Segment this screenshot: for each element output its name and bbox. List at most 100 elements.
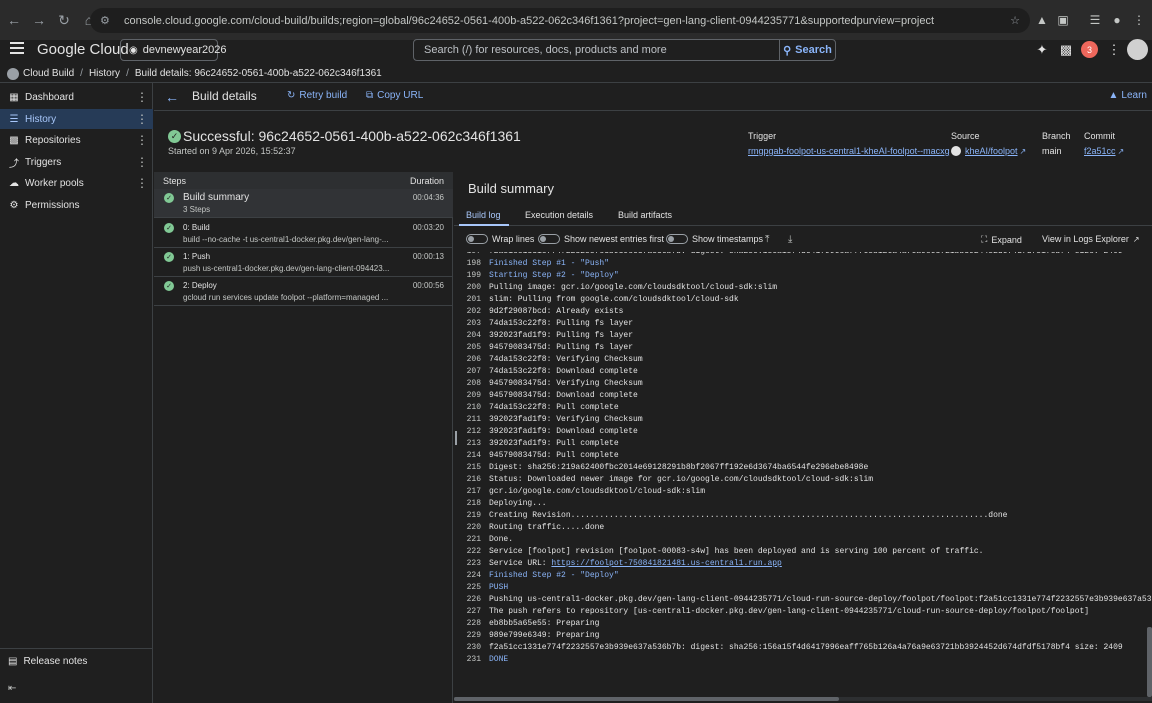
log-line-number: 209 — [466, 391, 481, 400]
reload-icon[interactable]: ↻ — [53, 9, 75, 31]
address-bar[interactable]: ⚙ console.cloud.google.com/cloud-build/b… — [90, 8, 1030, 33]
log-line-number: 219 — [466, 511, 481, 520]
log-line: 224 Finished Step #2 - "Deploy" — [454, 570, 619, 582]
view-logs-explorer-link[interactable]: View in Logs Explorer ↗ — [1042, 234, 1140, 244]
puzzle-icon[interactable]: ▣ — [1053, 10, 1073, 30]
cloud-shell-icon[interactable]: ▩ — [1057, 41, 1075, 59]
search-button[interactable]: ⚲ Search — [779, 39, 836, 61]
log-line-number: 223 — [466, 559, 481, 568]
more-vert-icon[interactable]: ⋮ — [136, 155, 148, 169]
collapse-sidebar-icon[interactable]: ⇤ — [8, 683, 16, 694]
log-line-number: 224 — [466, 571, 481, 580]
step-duration: 00:00:13 — [412, 252, 444, 261]
google-cloud-logo[interactable]: Google Cloud — [37, 41, 129, 58]
tab-build-artifacts[interactable]: Build artifacts — [618, 210, 672, 220]
log-line-text: gcr.io/google.com/cloudsdktool/cloud-sdk… — [489, 487, 706, 496]
tab-execution-details[interactable]: Execution details — [525, 210, 593, 220]
service-url-link[interactable]: https://foolpot-750841821481.us-central1… — [551, 559, 781, 568]
repo-icon: ▩ — [9, 134, 19, 146]
log-line: 227 The push refers to repository [us-cen… — [454, 606, 1090, 618]
log-line: 229 989e799e6349: Preparing — [454, 630, 600, 642]
log-line-number: 218 — [466, 499, 481, 508]
steps-header: Steps Duration — [154, 172, 453, 189]
notifications-badge[interactable]: 3 — [1081, 41, 1098, 58]
log-line-text: Creating Revision.......................… — [489, 511, 1008, 520]
copy-icon: ⧉ — [366, 90, 374, 101]
profile-icon[interactable]: ● — [1107, 10, 1127, 30]
build-status-text: Successful: 96c24652-0561-400b-a522-062c… — [183, 128, 521, 144]
step-command: gcloud run services update foolpot --pla… — [183, 293, 389, 302]
log-line: 213 392023fad1f9: Pull complete — [454, 438, 619, 450]
media-icon[interactable]: ☰ — [1085, 10, 1105, 30]
sidebar-item-permissions[interactable]: ⚙ Permissions — [0, 195, 153, 215]
expand-button[interactable]: ⛶ Expand — [981, 234, 1022, 245]
notes-icon: ▤ — [8, 656, 18, 667]
branch-label: Branch — [1042, 131, 1071, 141]
avatar[interactable] — [1127, 39, 1148, 60]
breadcrumb-history[interactable]: History — [89, 68, 120, 79]
more-vert-icon[interactable]: ⋮ — [136, 133, 148, 147]
log-line-text: Service URL: https://foolpot-75084182148… — [489, 559, 782, 568]
more-vert-icon[interactable]: ⋮ — [1105, 41, 1123, 59]
more-vert-icon[interactable]: ⋮ — [136, 176, 148, 190]
step-row-push[interactable]: ✓ 1: Push push us-central1-docker.pkg.de… — [154, 248, 453, 277]
download-icon[interactable]: ⤓ — [788, 234, 792, 245]
fullscreen-icon: ⛶ — [981, 234, 988, 244]
newest-first-toggle[interactable]: Show newest entries first — [538, 234, 664, 244]
refresh-icon: ↻ — [287, 90, 296, 101]
vertical-scrollbar[interactable] — [1147, 627, 1152, 697]
sidebar-item-label: Permissions — [25, 199, 80, 211]
step-row-build[interactable]: ✓ 0: Build build --no-cache -t us-centra… — [154, 219, 453, 248]
wrap-lines-toggle[interactable]: Wrap lines — [466, 234, 534, 244]
extension-icon[interactable]: ▲ — [1032, 10, 1052, 30]
sidebar-item-dashboard[interactable]: ▦ Dashboard ⋮ — [0, 87, 153, 107]
breadcrumb-cloud-build[interactable]: Cloud Build — [23, 68, 74, 79]
tab-build-log[interactable]: Build log — [466, 210, 501, 220]
main-menu-icon[interactable] — [10, 42, 24, 54]
bookmark-star-icon[interactable]: ☆ — [1010, 14, 1020, 27]
source-link[interactable]: kheAI/foolpot — [965, 146, 1018, 156]
panel-resize-handle[interactable] — [455, 431, 457, 445]
log-line: 223 Service URL: https://foolpot-75084182… — [454, 558, 782, 570]
sidebar-item-history[interactable]: ☰ History ⋮ — [0, 109, 153, 129]
timestamps-toggle[interactable]: Show timestamps — [666, 234, 763, 244]
site-info-icon[interactable]: ⚙ — [100, 14, 116, 27]
back-arrow-icon[interactable]: ← — [165, 89, 179, 105]
page-title: Build details — [192, 89, 257, 103]
forward-arrow-icon[interactable]: → — [28, 9, 50, 31]
log-line-number: 200 — [466, 283, 481, 292]
sidebar-item-repositories[interactable]: ▩ Repositories ⋮ — [0, 130, 153, 150]
search-input[interactable]: Search (/) for resources, docs, products… — [413, 39, 780, 61]
log-line-text: 392023fad1f9: Pull complete — [489, 439, 619, 448]
breadcrumb-current: Build details: 96c24652-0561-400b-a522-0… — [134, 68, 382, 79]
commit-field: Commit f2a51cc ↗ — [1084, 131, 1124, 156]
scroll-top-icon[interactable]: ⤒ — [765, 234, 769, 245]
step-row-summary[interactable]: ✓ Build summary 3 Steps 00:04:36 — [154, 189, 453, 218]
log-line: 206 74da153c22f8: Verifying Checksum — [454, 354, 643, 366]
trigger-link[interactable]: rmgpgab-foolpot-us-central1-kheAI-foolpo… — [748, 146, 950, 156]
log-line-number: 213 — [466, 439, 481, 448]
sidebar-item-triggers[interactable]: ⤴ Triggers ⋮ — [0, 152, 153, 172]
open-in-new-icon: ↗ — [1132, 234, 1140, 244]
release-notes-link[interactable]: ▤ Release notes — [8, 656, 87, 667]
log-line-number: 207 — [466, 367, 481, 376]
browser-menu-icon[interactable]: ⋮ — [1129, 10, 1149, 30]
step-row-deploy[interactable]: ✓ 2: Deploy gcloud run services update f… — [154, 277, 453, 306]
gemini-icon[interactable]: ✦ — [1033, 41, 1051, 59]
more-vert-icon[interactable]: ⋮ — [136, 112, 148, 126]
breadcrumb-separator: / — [80, 68, 83, 79]
log-line-number: 210 — [466, 403, 481, 412]
back-arrow-icon[interactable]: ← — [3, 9, 25, 31]
school-icon: ▲ — [1108, 90, 1119, 101]
more-vert-icon[interactable]: ⋮ — [136, 90, 148, 104]
log-line-number: 212 — [466, 427, 481, 436]
sidebar-item-worker-pools[interactable]: ☁ Worker pools ⋮ — [0, 173, 153, 193]
log-line-number: 230 — [466, 643, 481, 652]
horizontal-scrollbar[interactable] — [454, 697, 839, 701]
learn-button[interactable]: ▲ Learn — [1109, 90, 1147, 101]
copy-url-button[interactable]: ⧉ Copy URL — [366, 90, 423, 101]
log-line-text: The push refers to repository [us-centra… — [489, 607, 1090, 616]
retry-build-button[interactable]: ↻ Retry build — [287, 90, 347, 101]
project-picker[interactable]: ◉ devnewyear2026 — [120, 39, 227, 61]
commit-link[interactable]: f2a51cc — [1084, 146, 1116, 156]
